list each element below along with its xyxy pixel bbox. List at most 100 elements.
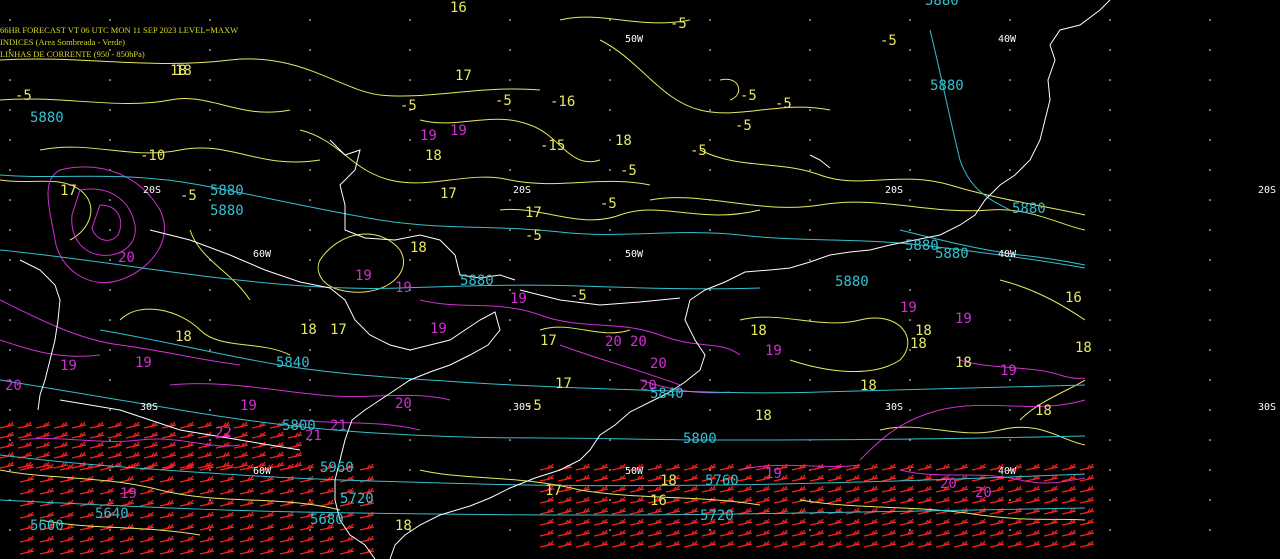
contour-label: 17 [330, 322, 347, 338]
grid-dot [909, 319, 911, 321]
grid-dot [509, 349, 511, 351]
contour-label: 19 [430, 321, 447, 337]
grid-label: 40W [998, 466, 1017, 477]
grid-dot [809, 199, 811, 201]
contour-label: 17 [440, 186, 457, 202]
grid-dot [309, 349, 311, 351]
grid-dot [909, 439, 911, 441]
grid-dot [309, 499, 311, 501]
grid-dot [1209, 499, 1211, 501]
grid-dot [309, 469, 311, 471]
grid-label: 60W [253, 466, 272, 477]
grid-dot [409, 229, 411, 231]
grid-dot [1009, 139, 1011, 141]
grid-label: 30S [885, 402, 903, 413]
grid-dot [909, 169, 911, 171]
contour-label: 19 [900, 300, 917, 316]
grid-dot [609, 379, 611, 381]
grid-dot [1209, 349, 1211, 351]
grid-dot [1109, 529, 1111, 531]
grid-label: 20S [143, 185, 161, 196]
grid-dot [1209, 139, 1211, 141]
grid-dot [109, 349, 111, 351]
grid-dot [209, 229, 211, 231]
grid-dot [709, 229, 711, 231]
grid-dot [9, 349, 11, 351]
grid-label: 60W [253, 249, 272, 260]
grid-dot [209, 319, 211, 321]
contour-label: -16 [550, 94, 575, 110]
grid-dot [909, 79, 911, 81]
grid-dot [609, 229, 611, 231]
grid-dot [1109, 139, 1111, 141]
grid-dot [9, 109, 11, 111]
grid-dot [509, 469, 511, 471]
grid-dot [309, 289, 311, 291]
grid-dot [1209, 259, 1211, 261]
contour-label: 17 [455, 68, 472, 84]
grid-dot [609, 19, 611, 21]
grid-dot [509, 109, 511, 111]
grid-dot [1109, 379, 1111, 381]
contour-label: -15 [540, 138, 565, 154]
height-label: 5880 [460, 273, 494, 289]
grid-dot [909, 289, 911, 291]
grid-dot [509, 169, 511, 171]
contour-label: 17 [545, 483, 562, 499]
grid-dot [709, 19, 711, 21]
contour-label: 21 [330, 418, 347, 434]
contour-label: 20 [940, 476, 957, 492]
grid-dot [309, 259, 311, 261]
grid-dot [309, 529, 311, 531]
grid-label: 20S [1258, 185, 1276, 196]
contour-label: 19 [420, 128, 437, 144]
map-header: 66HR FORECAST VT 06 UTC MON 11 SEP 2023 … [0, 24, 238, 60]
grid-dot [909, 109, 911, 111]
contour-label: 19 [120, 486, 137, 502]
grid-dot [409, 259, 411, 261]
grid-dot [109, 319, 111, 321]
grid-dot [809, 499, 811, 501]
contour-label: -5 [570, 288, 587, 304]
height-label: 5880 [905, 238, 939, 254]
grid-dot [809, 79, 811, 81]
contour-label: -5 [775, 96, 792, 112]
grid-dot [1109, 289, 1111, 291]
grid-dot [709, 379, 711, 381]
grid-dot [509, 49, 511, 51]
grid-dot [1109, 499, 1111, 501]
contour-label: -5 [740, 88, 757, 104]
grid-dot [109, 439, 111, 441]
grid-dot [1209, 529, 1211, 531]
grid-dot [1109, 169, 1111, 171]
contour-label: 19 [1000, 363, 1017, 379]
grid-dot [909, 409, 911, 411]
grid-dot [209, 139, 211, 141]
grid-dot [909, 19, 911, 21]
grid-dot [609, 49, 611, 51]
grid-dot [809, 139, 811, 141]
grid-dot [9, 529, 11, 531]
grid-dot [509, 439, 511, 441]
contour-label: 17 [525, 205, 542, 221]
grid-dot [1109, 469, 1111, 471]
contour-label: 20 [5, 378, 22, 394]
grid-dot [309, 109, 311, 111]
contour-label: 18 [300, 322, 317, 338]
grid-dot [509, 79, 511, 81]
grid-dot [1209, 49, 1211, 51]
grid-dot [709, 409, 711, 411]
grid-label: 50W [625, 34, 644, 45]
contour-label: 20 [640, 378, 657, 394]
grid-dot [509, 139, 511, 141]
grid-dot [909, 49, 911, 51]
height-label: 5640 [95, 506, 129, 522]
grid-dot [1109, 79, 1111, 81]
grid-dot [309, 379, 311, 381]
grid-dot [309, 49, 311, 51]
contour-label: 18 [660, 473, 677, 489]
grid-dot [209, 199, 211, 201]
grid-dot [1209, 289, 1211, 291]
grid-dot [609, 289, 611, 291]
grid-dot [1009, 169, 1011, 171]
